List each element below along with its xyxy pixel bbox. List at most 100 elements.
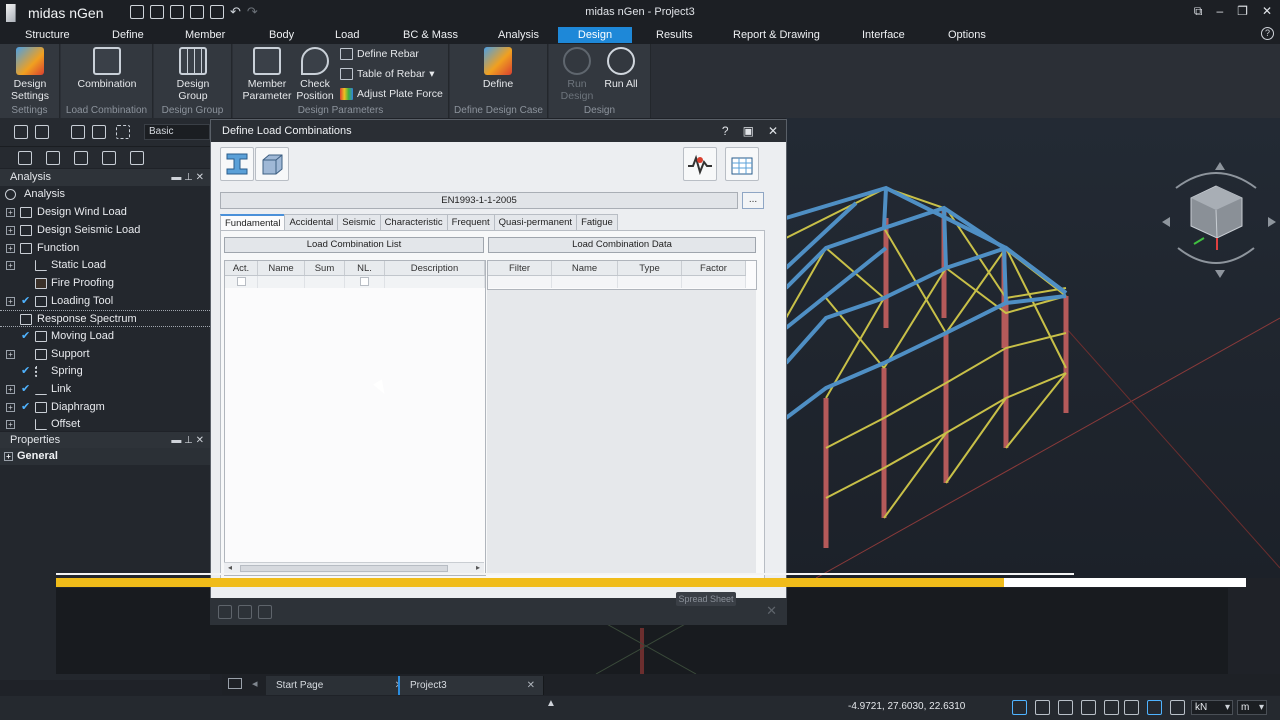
design-group-button[interactable]: Design Group (168, 47, 218, 102)
tree-item-loading-tool[interactable]: + ✔ Loading Tool (0, 293, 210, 310)
steel-design-icon[interactable] (220, 147, 254, 181)
tree-list-icon[interactable] (46, 151, 60, 165)
table-row[interactable] (225, 276, 485, 288)
concrete-design-icon[interactable] (255, 147, 289, 181)
table-of-rebar-button[interactable]: Table of Rebar ▾ (340, 68, 435, 80)
scroll-left-icon[interactable]: ◂ (228, 563, 232, 572)
snap-icon[interactable] (1012, 700, 1027, 715)
tree-item-spring[interactable]: ✔ Spring (0, 363, 210, 380)
menu-design[interactable]: Design (558, 27, 632, 43)
act-cell[interactable] (225, 276, 258, 288)
view-box-icon[interactable] (92, 125, 106, 139)
monitor-icon[interactable] (102, 151, 116, 165)
tree-item-offset[interactable]: + Offset (0, 416, 210, 431)
pen-icon[interactable] (1147, 700, 1162, 715)
text-icon[interactable] (1170, 700, 1185, 715)
menu-options[interactable]: Options (940, 27, 994, 43)
menu-load[interactable]: Load (327, 27, 367, 43)
menu-structure[interactable]: Structure (17, 27, 78, 43)
close-icon[interactable]: ✕ (1262, 4, 1272, 19)
menu-interface[interactable]: Interface (854, 27, 913, 43)
design-code-browse-button[interactable]: ... (742, 192, 764, 209)
menu-report-drawing[interactable]: Report & Drawing (725, 27, 828, 43)
filter-cell[interactable] (488, 276, 552, 288)
tree-root-analysis[interactable]: Analysis (0, 186, 210, 203)
expand-icon[interactable]: + (6, 226, 15, 235)
tab-close-icon[interactable]: ✕ (527, 676, 535, 695)
tree-item-fire-proofing[interactable]: Fire Proofing (0, 275, 210, 292)
pin-icon[interactable]: ▬ ⊥ ✕ (171, 432, 204, 449)
ortho-icon[interactable] (1124, 700, 1139, 715)
dialog-help-icon[interactable]: ? (722, 120, 729, 142)
expand-icon[interactable]: + (4, 452, 13, 461)
tree-item-response-spectrum[interactable]: Response Spectrum (0, 310, 210, 327)
expand-icon[interactable]: + (6, 420, 15, 429)
restore-icon[interactable]: ⧉ (1194, 4, 1203, 19)
tab-characteristic[interactable]: Characteristic (379, 214, 448, 230)
help-icon[interactable]: ? (1261, 27, 1274, 40)
dialog-close-icon[interactable]: ✕ (768, 120, 778, 142)
factor-cell[interactable] (682, 276, 746, 288)
properties-general[interactable]: + General (0, 448, 210, 465)
tab-list-icon[interactable] (228, 678, 242, 689)
expand-icon[interactable]: + (6, 244, 15, 253)
scroll-right-icon[interactable]: ▸ (476, 563, 480, 572)
visible-check-icon[interactable]: ✔ (21, 328, 30, 345)
member-parameter-button[interactable]: Member Parameter (239, 47, 295, 102)
spread-sheet-button[interactable]: Spread Sheet (676, 592, 736, 606)
col-factor[interactable]: Factor (682, 261, 746, 275)
tree-item-static-load[interactable]: + Static Load (0, 257, 210, 274)
act-checkbox[interactable] (236, 277, 246, 286)
view-mode-select[interactable]: Basic (144, 124, 210, 140)
force-unit-select[interactable]: kN ▾ (1191, 700, 1233, 715)
expand-icon[interactable]: + (6, 385, 15, 394)
menu-analysis[interactable]: Analysis (490, 27, 547, 43)
tab-project3[interactable]: Project3 ✕ (398, 676, 544, 695)
col-description[interactable]: Description (385, 261, 485, 275)
pin-icon[interactable]: ▬ ⊥ ✕ (171, 169, 204, 186)
tree-item-moving-load[interactable]: ✔ Moving Load (0, 328, 210, 345)
expand-icon[interactable]: + (6, 208, 15, 217)
view-3d-icon[interactable] (71, 125, 85, 139)
run-design-button[interactable]: Run Design (557, 47, 597, 102)
unlock-icon[interactable] (14, 125, 28, 139)
scroll-thumb[interactable] (240, 565, 448, 572)
import-combination-icon[interactable] (725, 147, 759, 181)
length-unit-select[interactable]: m ▾ (1237, 700, 1267, 715)
maximize-icon[interactable]: ❐ (1237, 4, 1248, 19)
dialog-title-bar[interactable]: Define Load Combinations ? ▣ ✕ (211, 120, 786, 142)
col-sum[interactable]: Sum (305, 261, 345, 275)
model-viewport[interactable] (786, 118, 1280, 578)
description-cell[interactable] (385, 276, 485, 288)
tree-item-link[interactable]: + ✔ Link (0, 381, 210, 398)
select-box-icon[interactable] (116, 125, 130, 139)
col-data-name[interactable]: Name (552, 261, 618, 275)
layers-icon[interactable] (18, 151, 32, 165)
sum-cell[interactable] (305, 276, 345, 288)
menu-member[interactable]: Member (177, 27, 233, 43)
tab-accidental[interactable]: Accidental (284, 214, 339, 230)
menu-results[interactable]: Results (648, 27, 701, 43)
expand-icon[interactable]: + (6, 297, 15, 306)
design-settings-button[interactable]: Design Settings (8, 47, 52, 102)
lock-icon[interactable] (35, 125, 49, 139)
tab-seismic[interactable]: Seismic (337, 214, 381, 230)
nl-cell[interactable] (345, 276, 385, 288)
define-rebar-button[interactable]: Define Rebar (340, 48, 419, 60)
table-row[interactable] (488, 276, 746, 288)
menu-define[interactable]: Define (104, 27, 152, 43)
col-act[interactable]: Act. (225, 261, 258, 275)
design-code-field[interactable]: EN1993-1-1-2005 (220, 192, 738, 209)
define-design-case-button[interactable]: Define (478, 47, 518, 90)
tab-fundamental[interactable]: Fundamental (220, 214, 286, 230)
expand-icon[interactable]: + (6, 403, 15, 412)
expand-icon[interactable]: + (6, 350, 15, 359)
copy-row-icon[interactable] (238, 605, 252, 619)
col-type[interactable]: Type (618, 261, 682, 275)
tab-quasi-permanent[interactable]: Quasi-permanent (493, 214, 578, 230)
tree-item-design-seismic-load[interactable]: + Design Seismic Load (0, 222, 210, 239)
table-icon[interactable] (130, 151, 144, 165)
status-expand-icon[interactable]: ▲ (546, 698, 556, 709)
menu-body[interactable]: Body (261, 27, 302, 43)
tree-item-diaphragm[interactable]: + ✔ Diaphragm (0, 399, 210, 416)
